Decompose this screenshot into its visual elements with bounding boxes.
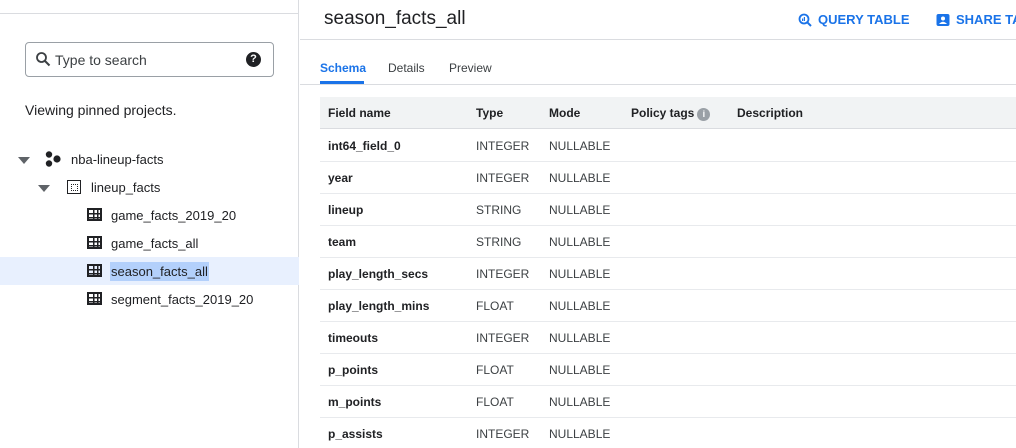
pinned-projects-text: Viewing pinned projects.: [25, 102, 177, 118]
table-label: season_facts_all: [110, 262, 209, 281]
column-header-field-name: Field name: [328, 106, 391, 120]
query-table-label: QUERY TABLE: [818, 12, 910, 27]
table-icon: [87, 208, 102, 221]
type-cell: STRING: [476, 203, 522, 217]
mode-cell: NULLABLE: [549, 299, 611, 313]
field-name-cell: year: [328, 171, 353, 185]
column-header-policy-tags: Policy tags i: [631, 106, 711, 121]
tree-item-dataset[interactable]: lineup_facts: [0, 173, 299, 201]
tab-preview[interactable]: Preview: [449, 61, 492, 75]
type-cell: INTEGER: [476, 427, 530, 441]
tree-item-project[interactable]: nba-lineup-facts: [0, 145, 299, 173]
share-icon: [936, 13, 950, 26]
mode-cell: NULLABLE: [549, 427, 611, 441]
type-cell: FLOAT: [476, 363, 514, 377]
table-row[interactable]: p_points FLOAT NULLABLE: [320, 354, 1016, 386]
table-row[interactable]: timeouts INTEGER NULLABLE: [320, 322, 1016, 354]
table-icon: [87, 292, 102, 305]
query-table-button[interactable]: QUERY TABLE: [798, 12, 910, 27]
info-icon[interactable]: i: [697, 108, 711, 121]
dataset-icon: [67, 180, 81, 194]
table-label: segment_facts_2019_20: [111, 292, 254, 307]
tree-item-table[interactable]: game_facts_all: [0, 229, 299, 257]
type-cell: INTEGER: [476, 267, 530, 281]
type-cell: INTEGER: [476, 139, 530, 153]
table-row[interactable]: int64_field_0 INTEGER NULLABLE: [320, 130, 1016, 162]
field-name-cell: p_points: [328, 363, 378, 377]
field-name-cell: play_length_mins: [328, 299, 430, 313]
mode-cell: NULLABLE: [549, 267, 611, 281]
type-cell: STRING: [476, 235, 522, 249]
explorer-top-divider: [0, 0, 299, 14]
help-icon[interactable]: ?: [246, 52, 261, 67]
table-row[interactable]: play_length_secs INTEGER NULLABLE: [320, 258, 1016, 290]
tab-schema[interactable]: Schema: [320, 61, 366, 75]
type-cell: INTEGER: [476, 171, 530, 185]
tree-item-table[interactable]: game_facts_2019_20: [0, 201, 299, 229]
mode-cell: NULLABLE: [549, 363, 611, 377]
table-label: game_facts_2019_20: [111, 208, 237, 223]
detail-tabs: Schema Details Preview: [300, 41, 1016, 85]
schema-header-row: Field name Type Mode Policy tags i Descri…: [320, 97, 1016, 129]
table-row[interactable]: team STRING NULLABLE: [320, 226, 1016, 258]
table-row[interactable]: play_length_mins FLOAT NULLABLE: [320, 290, 1016, 322]
project-label: nba-lineup-facts: [71, 152, 164, 167]
field-name-cell: play_length_secs: [328, 267, 429, 281]
mode-cell: NULLABLE: [549, 395, 611, 409]
policy-tags-label: Policy tags: [631, 106, 695, 120]
table-detail-panel: season_facts_all QUERY TABLE SHARE TA Sc…: [300, 0, 1016, 448]
field-name-cell: m_points: [328, 395, 382, 409]
search-box[interactable]: ?: [25, 42, 274, 77]
table-icon: [87, 264, 102, 277]
type-cell: FLOAT: [476, 395, 514, 409]
field-name-cell: p_assists: [328, 427, 383, 441]
column-header-description: Description: [737, 106, 804, 120]
type-cell: INTEGER: [476, 331, 530, 345]
tab-details[interactable]: Details: [388, 61, 425, 75]
mode-cell: NULLABLE: [549, 139, 611, 153]
field-name-cell: team: [328, 235, 357, 249]
search-input[interactable]: [55, 51, 245, 69]
mode-cell: NULLABLE: [549, 331, 611, 345]
table-icon: [87, 236, 102, 249]
active-tab-indicator: [320, 81, 364, 84]
project-icon: [45, 151, 61, 167]
share-table-button[interactable]: SHARE TA: [936, 12, 1016, 27]
mode-cell: NULLABLE: [549, 171, 611, 185]
caret-down-icon[interactable]: [18, 157, 30, 164]
explorer-panel: ? Viewing pinned projects. nba-lineup-fa…: [0, 0, 299, 448]
detail-header: season_facts_all QUERY TABLE SHARE TA: [300, 0, 1016, 40]
page-title: season_facts_all: [324, 8, 466, 29]
mode-cell: NULLABLE: [549, 235, 611, 249]
table-row[interactable]: year INTEGER NULLABLE: [320, 162, 1016, 194]
type-cell: FLOAT: [476, 299, 514, 313]
tree-item-table-selected[interactable]: season_facts_all: [0, 257, 299, 285]
query-icon: [798, 13, 812, 27]
tree-item-table[interactable]: segment_facts_2019_20: [0, 285, 299, 313]
search-icon: [36, 52, 51, 67]
field-name-cell: lineup: [328, 203, 364, 217]
column-header-mode: Mode: [549, 106, 581, 120]
table-label: game_facts_all: [111, 236, 199, 251]
column-header-type: Type: [476, 106, 504, 120]
table-row[interactable]: m_points FLOAT NULLABLE: [320, 386, 1016, 418]
table-row[interactable]: lineup STRING NULLABLE: [320, 194, 1016, 226]
share-table-label: SHARE TA: [956, 12, 1016, 27]
caret-down-icon[interactable]: [38, 185, 50, 192]
field-name-cell: int64_field_0: [328, 139, 401, 153]
field-name-cell: timeouts: [328, 331, 379, 345]
dataset-label: lineup_facts: [91, 180, 161, 195]
mode-cell: NULLABLE: [549, 203, 611, 217]
table-row[interactable]: p_assists INTEGER NULLABLE: [320, 418, 1016, 448]
